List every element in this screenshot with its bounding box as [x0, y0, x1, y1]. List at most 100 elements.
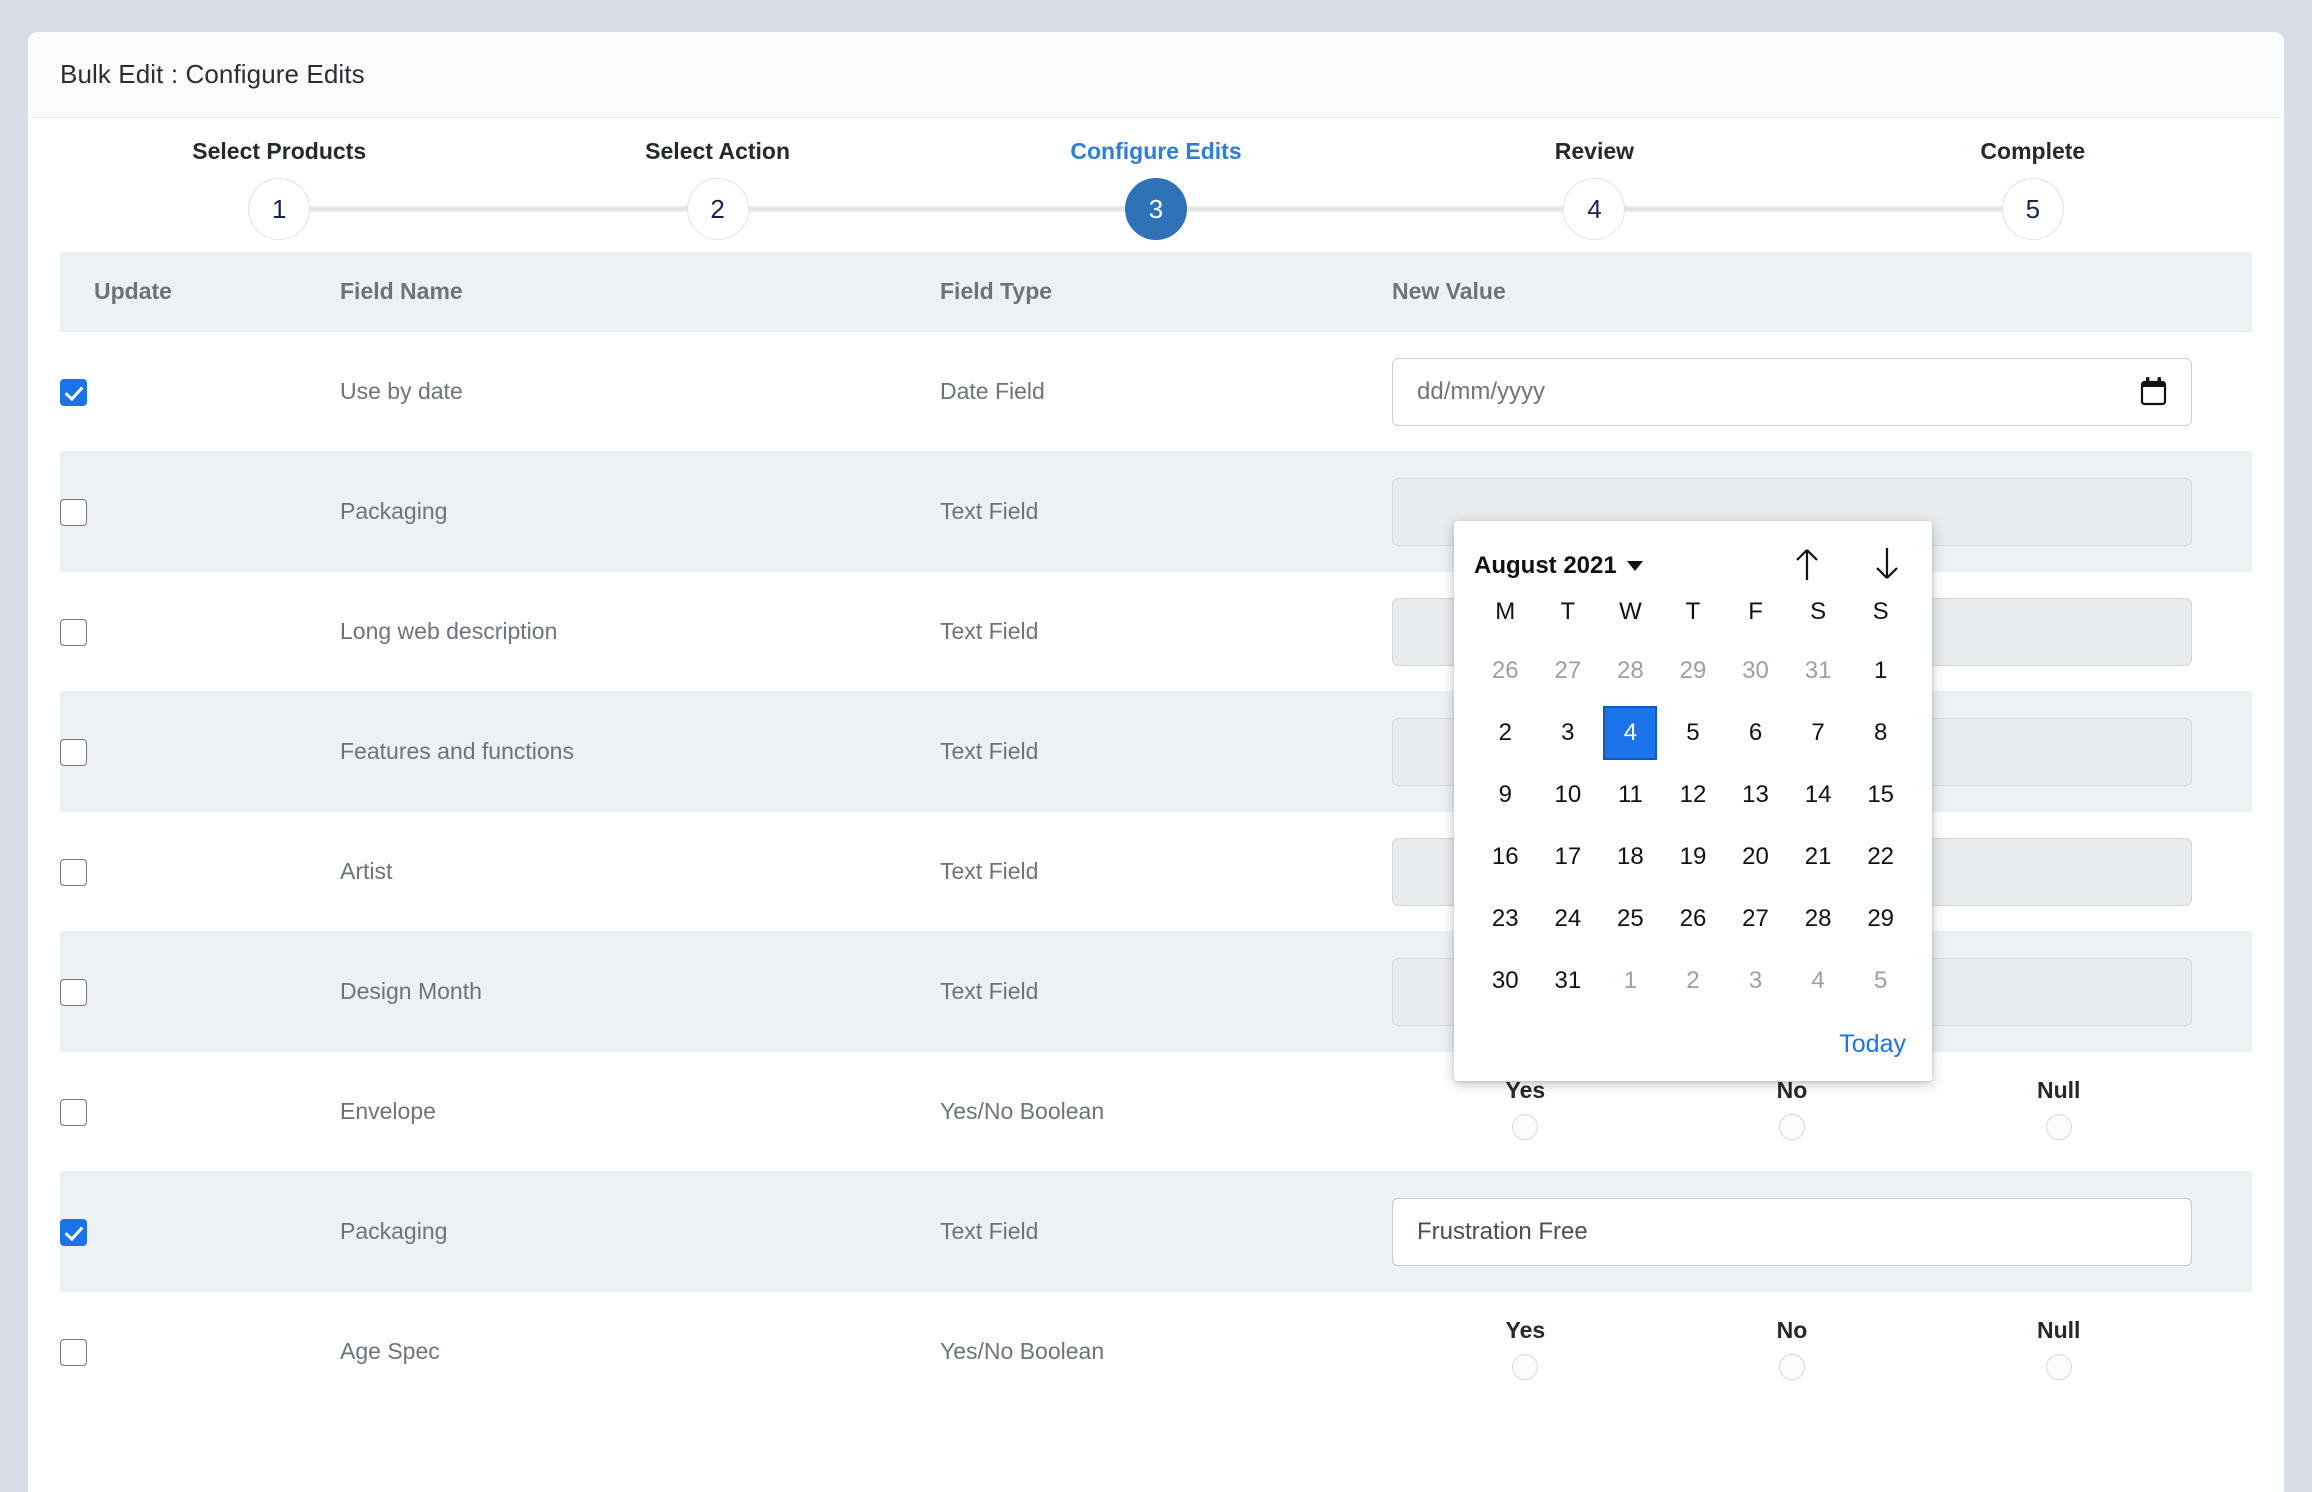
text-input[interactable]: Frustration Free	[1392, 1197, 2192, 1266]
calendar-week-row: 9 10 11 12 13 14 15	[1474, 764, 1912, 826]
calendar-day-label: 26	[1679, 905, 1707, 932]
stepper-circle-4[interactable]: 4	[1563, 178, 1626, 240]
calendar-day-label: 30	[1491, 967, 1519, 994]
calendar-day[interactable]: 27	[1724, 888, 1787, 950]
date-input[interactable]: dd/mm/yyyy	[1392, 357, 2192, 426]
calendar-day[interactable]: 30	[1474, 950, 1537, 1012]
calendar-weekday-header: MTWTFSS	[1474, 597, 1912, 640]
calendar-day[interactable]: 29	[1662, 640, 1725, 702]
boolean-option-label: Null	[2036, 1317, 2081, 1344]
calendar-day[interactable]: 23	[1474, 888, 1537, 950]
calendar-day[interactable]: 9	[1474, 764, 1537, 826]
calendar-footer: Today	[1474, 1012, 1912, 1067]
bottom-fade-overlay	[28, 1422, 2284, 1492]
calendar-day[interactable]: 2	[1662, 950, 1725, 1012]
update-checkbox[interactable]	[60, 378, 87, 406]
stepper-connector	[310, 206, 749, 212]
calendar-day[interactable]: 15	[1849, 764, 1912, 826]
boolean-option-yes[interactable]: Yes	[1392, 1317, 1659, 1386]
update-checkbox[interactable]	[60, 498, 87, 526]
arrow-up-icon[interactable]	[1790, 544, 1824, 589]
weekday-header: T	[1560, 598, 1576, 625]
calendar-day[interactable]: 6	[1724, 702, 1787, 764]
boolean-option-yes[interactable]: Yes	[1392, 1077, 1659, 1146]
calendar-day[interactable]: 27	[1537, 640, 1600, 702]
calendar-day[interactable]: 16	[1474, 826, 1537, 888]
calendar-day-label: 17	[1554, 843, 1582, 870]
calendar-day[interactable]: 22	[1849, 826, 1912, 888]
calendar-day[interactable]: 2	[1474, 702, 1537, 764]
table-row: Packaging Text Field Frustration Free	[60, 1171, 2252, 1292]
radio-no[interactable]	[1779, 1354, 1805, 1381]
cell-field-type: Text Field	[940, 451, 1392, 572]
calendar-day[interactable]: 8	[1849, 702, 1912, 764]
calendar-day[interactable]: 28	[1599, 640, 1662, 702]
calendar-day[interactable]: 12	[1662, 764, 1725, 826]
update-checkbox[interactable]	[60, 1218, 87, 1246]
radio-null[interactable]	[2045, 1354, 2072, 1381]
calendar-day[interactable]: 14	[1787, 764, 1850, 826]
boolean-option-null[interactable]: Null	[1925, 1317, 2192, 1386]
arrow-down-icon[interactable]	[1870, 544, 1904, 589]
radio-null[interactable]	[2045, 1114, 2072, 1140]
stepper-circle-1[interactable]: 1	[248, 178, 311, 240]
calendar-day[interactable]: 1	[1599, 950, 1662, 1012]
calendar-day[interactable]: 28	[1787, 888, 1850, 950]
calendar-day[interactable]: 25	[1599, 888, 1662, 950]
update-checkbox[interactable]	[60, 1098, 87, 1126]
update-checkbox[interactable]	[60, 1338, 87, 1366]
chevron-down-icon	[1626, 561, 1643, 571]
stepper-label-1: Select Products	[192, 138, 367, 164]
stepper-circle-5[interactable]: 5	[2001, 178, 2064, 240]
calendar-day[interactable]: 26	[1662, 888, 1725, 950]
cell-update	[60, 571, 340, 692]
radio-no[interactable]	[1779, 1114, 1805, 1140]
calendar-day[interactable]: 26	[1474, 640, 1537, 702]
calendar-day[interactable]: 3	[1724, 950, 1787, 1012]
stepper-node-1[interactable]: 1	[60, 178, 749, 240]
radio-yes[interactable]	[1512, 1114, 1539, 1140]
today-link[interactable]: Today	[1839, 1030, 1906, 1058]
stepper-circle-2[interactable]: 2	[686, 178, 749, 240]
calendar-day[interactable]: 3	[1537, 702, 1600, 764]
calendar-day[interactable]: 31	[1537, 950, 1600, 1012]
calendar-day[interactable]: 31	[1787, 640, 1850, 702]
radio-yes[interactable]	[1512, 1354, 1539, 1381]
update-checkbox[interactable]	[60, 618, 87, 646]
calendar-day-label: 4	[1603, 706, 1658, 760]
calendar-day[interactable]: 24	[1537, 888, 1600, 950]
month-year-selector[interactable]: August 2021	[1474, 552, 1643, 580]
update-checkbox[interactable]	[60, 738, 87, 766]
update-checkbox[interactable]	[60, 858, 87, 886]
calendar-day[interactable]: 29	[1849, 888, 1912, 950]
date-picker-popup[interactable]: August 2021 MTWTFSS 26 27 28 29 30 31 1 2 3 4 5 6 7 8…	[1454, 521, 1932, 1081]
calendar-day[interactable]: 18	[1599, 826, 1662, 888]
calendar-icon[interactable]	[2140, 377, 2167, 406]
calendar-day[interactable]: 1	[1849, 640, 1912, 702]
calendar-day[interactable]: 19	[1662, 826, 1725, 888]
calendar-day-label: 25	[1617, 905, 1644, 932]
calendar-day[interactable]: 30	[1724, 640, 1787, 702]
update-checkbox[interactable]	[60, 978, 87, 1006]
calendar-day[interactable]: 20	[1724, 826, 1787, 888]
calendar-day[interactable]: 11	[1599, 764, 1662, 826]
calendar-day[interactable]: 5	[1849, 950, 1912, 1012]
calendar-day[interactable]: 7	[1787, 702, 1850, 764]
calendar-day[interactable]: 13	[1724, 764, 1787, 826]
cell-update	[60, 931, 340, 1052]
calendar-day[interactable]: 4	[1787, 950, 1850, 1012]
calendar-day-label: 23	[1491, 905, 1519, 932]
calendar-week-row: 16 17 18 19 20 21 22	[1474, 826, 1912, 888]
boolean-option-no[interactable]: No	[1659, 1077, 1926, 1146]
boolean-option-null[interactable]: Null	[1925, 1077, 2192, 1146]
boolean-option-no[interactable]: No	[1659, 1317, 1926, 1386]
calendar-day[interactable]: 10	[1537, 764, 1600, 826]
calendar-day-label: 3	[1561, 719, 1575, 746]
stepper-connector	[1625, 206, 2064, 212]
stepper-circle-3[interactable]: 3	[1125, 178, 1188, 240]
calendar-day[interactable]: 21	[1787, 826, 1850, 888]
calendar-day[interactable]: 17	[1537, 826, 1600, 888]
calendar-day[interactable]: 5	[1662, 702, 1725, 764]
calendar-day-selected[interactable]: 4	[1599, 702, 1662, 764]
wizard-stepper: Select Products Select Action Configure Ed…	[28, 118, 2284, 252]
